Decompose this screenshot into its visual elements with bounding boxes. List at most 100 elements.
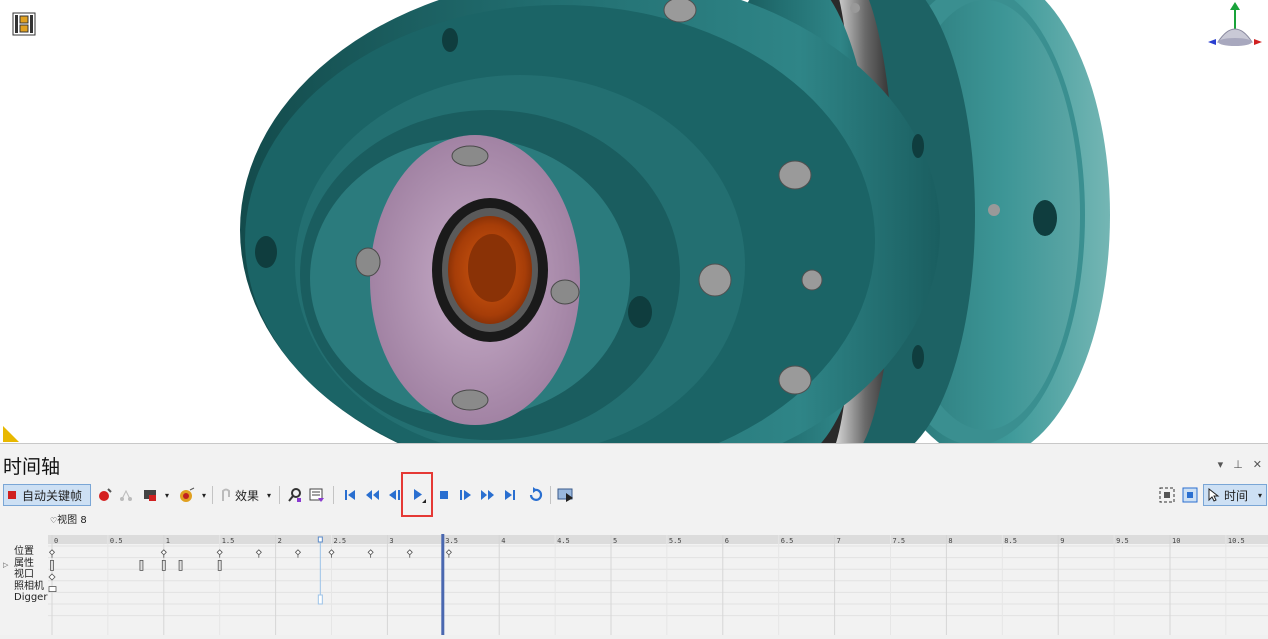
cursor-icon [1208,488,1220,502]
explode-dropdown[interactable]: ▾ [200,484,208,506]
path-button[interactable] [117,484,135,506]
position-keyframe [48,549,56,558]
key-edit-icon [288,488,301,502]
zoom-view-icon [1182,487,1198,503]
property-keyframe [161,559,166,571]
fast-forward-button[interactable] [478,484,498,506]
key-edit-button[interactable] [285,484,305,506]
3d-viewport[interactable] [0,0,1268,444]
ruler-tick-label: 8.5 [1004,537,1017,545]
record-icon [8,491,16,499]
time-mode-button[interactable]: 时间 ▾ [1203,484,1267,506]
view-label: ♡视图 8 [50,511,87,526]
ruler-tick-label: 2.5 [334,537,347,545]
explode-button[interactable] [176,484,198,506]
zoom-view-button[interactable] [1180,484,1200,506]
add-keyframe-button[interactable] [96,484,114,506]
track-label[interactable]: Digger [14,592,47,604]
ruler-tick-label: 3 [389,537,393,545]
step-back-icon [389,490,400,500]
time-mode-label: 时间 [1224,488,1249,503]
ruler-tick-label: 9.5 [1116,537,1129,545]
ruler-tick-label: 2 [278,537,282,545]
effects-dropdown[interactable]: ▾ [265,484,273,506]
position-keyframe [406,549,413,558]
ruler-tick-label: 5 [613,537,617,545]
playhead [441,534,445,635]
toolbar-separator [333,486,334,504]
ruler-tick-label: 8 [948,537,952,545]
auto-keyframe-button[interactable]: 自动关键帧 [3,484,91,506]
preview-button[interactable] [555,484,577,506]
property-keyframe [139,559,144,571]
loop-button[interactable] [524,484,546,506]
ruler-tick-label: 6 [725,537,729,545]
ruler-tick-label: 9 [1060,537,1064,545]
digger-keyframe [317,594,323,605]
effects-label: 效果 [234,488,259,503]
loop-icon [529,487,543,501]
ruler-tick-label: 0.5 [110,537,123,545]
track-label[interactable]: 视口 [14,569,47,581]
view-name: 视图 8 [57,515,87,526]
stop-icon [440,491,448,499]
track-label[interactable]: 属性 [14,558,47,570]
auto-keyframe-label: 自动关键帧 [22,488,83,503]
skip-end-icon [505,490,515,500]
fast-backward-button[interactable] [362,484,382,506]
toolbar-separator [279,486,280,504]
track-label[interactable]: 照相机 [14,581,47,593]
panel-title: 时间轴 [3,456,61,478]
position-keyframe [367,549,374,558]
ruler-tick-label: 0 [54,537,58,545]
toolbar-separator [212,486,213,504]
go-to-end-button[interactable] [500,484,520,506]
film-strip-icon[interactable] [12,12,36,36]
camera-button[interactable] [140,484,162,506]
timeline-grid[interactable]: 0 0.5 1 1.5 2 2.5 3 3.5 4 4.5 5 5.5 6 6.5 7 7.5 8 8.5 9 9.5… [0,534,1268,635]
property-keyframe [178,559,183,571]
go-to-start-button[interactable] [340,484,360,506]
ruler-tick-label: 3.5 [445,537,458,545]
panel-controls: ▾ ⊥ ✕ [1218,458,1262,471]
viewport-keyframe [48,573,56,581]
effects-icon [221,488,230,501]
position-keyframe [216,549,223,558]
timeline-toolbar: 自动关键帧 ▾ ▾ 效果 ▾ 时间 ▾ [0,482,1268,508]
filter-icon [309,488,324,502]
track-label[interactable]: 位置 [14,546,47,558]
ruler-tick-label: 6.5 [781,537,794,545]
record-key-icon [99,488,112,501]
ruler-tick-label: 4 [501,537,505,545]
effects-button[interactable]: 效果 [216,484,262,506]
position-keyframe [294,549,302,558]
expand-arrow-icon[interactable]: ▷ [3,561,8,569]
camera-icon [144,490,156,501]
pin-icon[interactable]: ⊥ [1233,458,1243,471]
stop-button[interactable] [434,484,454,506]
view-orientation-gizmo-icon[interactable] [1206,2,1264,50]
explode-icon [180,487,195,502]
path-icon [120,489,132,501]
filter-button[interactable] [307,484,327,506]
selected-time-handle [317,536,323,543]
fast-forward-icon [481,490,494,500]
skip-start-icon [345,490,355,500]
preview-icon [557,488,573,502]
fit-view-button[interactable] [1157,484,1177,506]
fast-back-icon [366,490,379,500]
step-forward-button[interactable] [456,484,476,506]
ruler-tick-label: 1.5 [222,537,235,545]
ruler-tick-label: 7.5 [893,537,906,545]
position-keyframe [255,549,262,558]
property-keyframe [217,559,222,571]
timeline-track-area[interactable]: 0 0.5 1 1.5 2 2.5 3 3.5 4 4.5 5 5.5 6 6.5 7 7.5 8 8.5 9 9.5… [0,534,1268,635]
timeline-panel: 时间轴 ▾ ⊥ ✕ 自动关键帧 ▾ ▾ 效果 ▾ 时间 ▾ ♡视图 8 0 0.… [0,444,1268,635]
ruler-tick-label: 10.5 [1228,537,1245,545]
mechanical-assembly-model[interactable] [0,0,1268,443]
panel-menu-dropdown-icon[interactable]: ▾ [1218,458,1224,471]
camera-dropdown[interactable]: ▾ [163,484,171,506]
close-icon[interactable]: ✕ [1253,458,1262,471]
ruler-tick-label: 7 [837,537,841,545]
play-button-highlight [401,472,433,517]
